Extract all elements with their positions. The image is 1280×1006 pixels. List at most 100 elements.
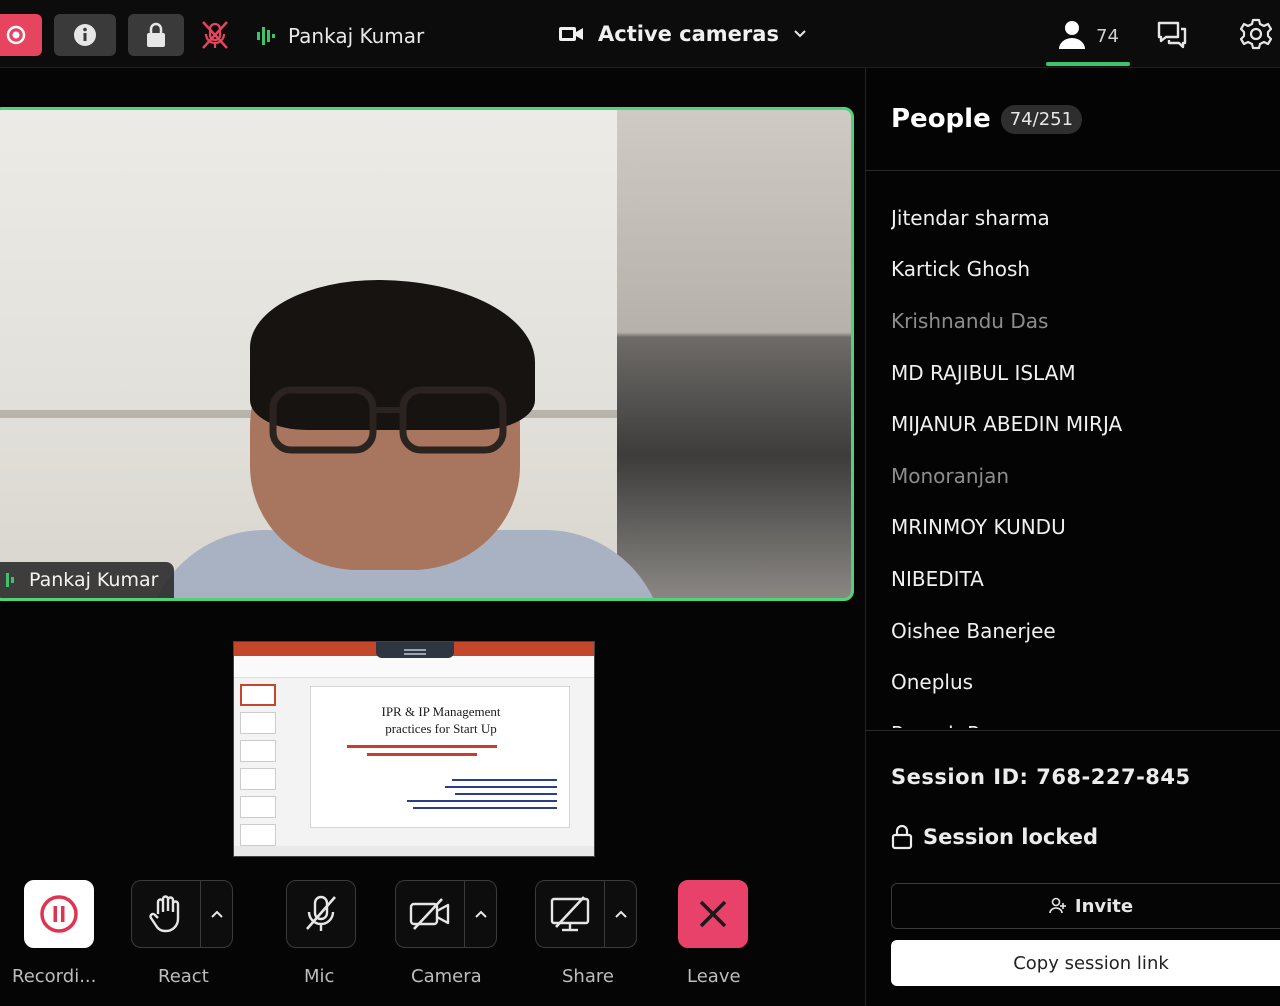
list-item[interactable]: Jitendar sharma [891, 192, 1271, 244]
slide-thumbnail [240, 740, 276, 762]
share-control: Share [535, 880, 637, 987]
invite-label: Invite [1074, 895, 1134, 917]
slide-thumbnail [240, 824, 276, 846]
divider [866, 170, 1280, 171]
mic-button[interactable] [286, 880, 356, 948]
share-label: Share [562, 966, 614, 987]
people-panel-header: People 74/251 [891, 104, 1083, 134]
chevron-up-icon [210, 910, 223, 918]
presentation-toolbar [234, 656, 594, 678]
camera-view-dropdown[interactable]: Active cameras [558, 22, 807, 46]
presentation-status-bar [234, 846, 594, 856]
settings-button[interactable] [1239, 18, 1273, 54]
camera-control: Camera [395, 880, 497, 987]
video-background-shelf [617, 110, 851, 598]
copy-session-link-label: Copy session link [1013, 952, 1169, 974]
tab-people[interactable]: 74 [1046, 14, 1130, 68]
slide-subtitle-text [347, 745, 497, 748]
add-user-icon [1049, 897, 1066, 914]
list-item[interactable]: Pranab Ray [891, 708, 1271, 728]
divider [866, 730, 1280, 731]
person-icon [1059, 21, 1085, 49]
camera-off-icon [409, 898, 450, 930]
video-camera-icon [559, 27, 583, 41]
muted-indicator [194, 14, 236, 56]
list-item[interactable]: Oishee Banerjee [891, 605, 1271, 657]
active-speaker-name: Pankaj Kumar [288, 24, 425, 48]
leave-label: Leave [687, 966, 741, 987]
camera-label: Camera [411, 966, 482, 987]
session-id: Session ID: 768-227-845 [891, 765, 1191, 789]
mic-label: Mic [304, 966, 335, 987]
info-button[interactable] [54, 14, 116, 56]
react-button[interactable] [131, 880, 233, 948]
current-slide: IPR & IP Management practices for Start … [310, 686, 570, 828]
list-item[interactable]: Monoranjan [891, 450, 1271, 502]
info-icon [74, 24, 96, 46]
participant-name: Pankaj Kumar [29, 569, 159, 591]
drag-handle[interactable] [376, 642, 454, 658]
list-item[interactable]: Kartick Ghosh [891, 244, 1271, 296]
tab-chat[interactable] [1156, 20, 1188, 54]
participant-glasses [269, 386, 507, 454]
top-bar: Pankaj Kumar Active cameras 74 [0, 0, 1280, 68]
list-item[interactable]: MD RAJIBUL ISLAM [891, 347, 1271, 399]
list-item[interactable]: NIBEDITA [891, 553, 1271, 605]
active-tab-indicator [1046, 62, 1130, 66]
raise-hand-icon [149, 895, 180, 933]
people-list[interactable]: Jitendar sharma Kartick Ghosh Krishnandu… [891, 192, 1271, 728]
screen-share-thumbnail[interactable]: IPR & IP Management practices for Start … [233, 641, 595, 857]
pause-recording-button[interactable] [24, 880, 94, 948]
mic-off-icon [306, 895, 336, 931]
chevron-up-icon [614, 910, 627, 918]
people-panel-title: People [891, 104, 991, 134]
invite-button[interactable]: Invite [891, 883, 1280, 929]
slide-title-line2: practices for Start Up [385, 721, 497, 736]
copy-session-link-button[interactable]: Copy session link [891, 940, 1280, 986]
gear-icon [1239, 18, 1273, 50]
slide-author-text [407, 779, 557, 814]
list-item[interactable]: MRINMOY KUNDU [891, 502, 1271, 554]
lock-button[interactable] [128, 14, 184, 56]
slide-thumbnail [240, 684, 276, 706]
lock-icon [147, 22, 165, 47]
camera-view-label: Active cameras [598, 22, 779, 46]
slide-title: IPR & IP Management practices for Start … [311, 703, 571, 737]
slide-thumbnail [240, 796, 276, 818]
leave-button[interactable] [678, 880, 748, 948]
leave-control: Leave [678, 880, 748, 987]
record-icon [6, 25, 26, 45]
slide-thumbnail [240, 712, 276, 734]
audio-level-icon [6, 573, 14, 587]
lock-icon [891, 824, 913, 850]
audio-level-icon [257, 27, 275, 45]
share-options-button[interactable] [604, 881, 636, 947]
people-count: 74 [1096, 26, 1119, 47]
share-button[interactable] [535, 880, 637, 948]
main-video-tile[interactable]: Pankaj Kumar [0, 107, 854, 601]
list-item[interactable]: Oneplus [891, 656, 1271, 708]
chevron-down-icon [794, 30, 806, 38]
participant-name-tag: Pankaj Kumar [0, 562, 175, 598]
recording-indicator[interactable] [0, 14, 42, 56]
slide-thumbnails [240, 684, 282, 854]
react-options-button[interactable] [200, 881, 232, 947]
chat-icon [1157, 21, 1187, 49]
list-item[interactable]: Krishnandu Das [891, 295, 1271, 347]
close-icon [699, 900, 727, 928]
people-count-badge: 74/251 [1000, 104, 1083, 134]
slide-thumbnail [240, 768, 276, 790]
chevron-up-icon [474, 910, 487, 918]
people-panel: People 74/251 Jitendar sharma Kartick Gh… [865, 68, 1280, 1006]
mic-off-icon [202, 21, 228, 49]
list-item[interactable]: MIJANUR ABEDIN MIRJA [891, 398, 1271, 450]
mic-control: Mic [286, 880, 356, 987]
camera-button[interactable] [395, 880, 497, 948]
recording-label: Recordi... [12, 966, 97, 987]
session-locked-label: Session locked [923, 825, 1099, 849]
camera-options-button[interactable] [464, 881, 496, 947]
slide-title-line1: IPR & IP Management [381, 704, 501, 719]
active-speaker: Pankaj Kumar [256, 24, 424, 48]
pause-icon [40, 895, 78, 933]
react-control: React [131, 880, 233, 987]
